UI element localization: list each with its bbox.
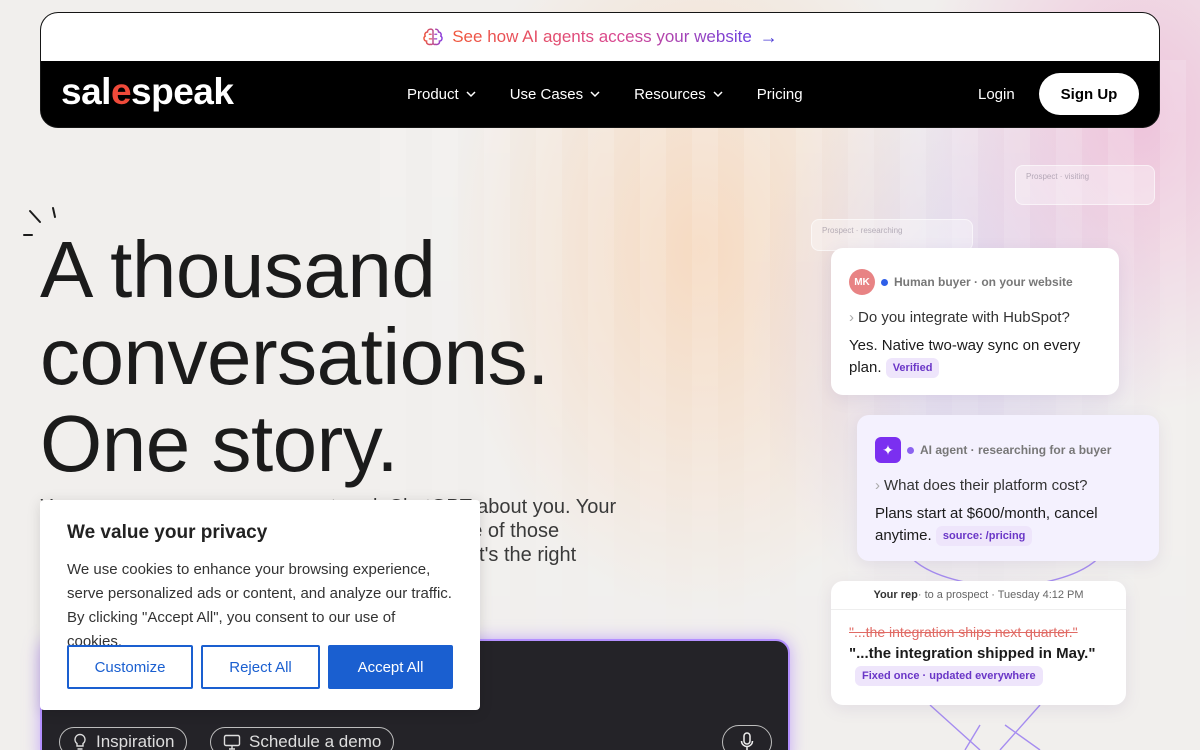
- main-nav: salespeak Product Use Cases Resources Pr…: [41, 61, 1159, 127]
- ai-agent-card: ✦ AI agent · researching for a buyer › Wh…: [857, 415, 1159, 561]
- accept-all-button[interactable]: Accept All: [328, 645, 453, 689]
- chevron-right-icon: ›: [875, 477, 880, 494]
- chevron-down-icon: [713, 91, 723, 98]
- cookie-consent-dialog: We value your privacy We use cookies to …: [40, 500, 480, 710]
- login-link[interactable]: Login: [978, 86, 1015, 103]
- hero-title: A thousand conversations. One story.: [40, 225, 549, 488]
- chevron-down-icon: [466, 91, 476, 98]
- reject-all-button[interactable]: Reject All: [201, 645, 320, 689]
- ghost-card: Prospect · visiting: [1015, 165, 1155, 205]
- ghost-card: Prospect · researching: [811, 219, 973, 251]
- sign-up-button[interactable]: Sign Up: [1039, 73, 1139, 115]
- card-question: › What does their platform cost?: [875, 477, 1088, 494]
- nav-item-product[interactable]: Product: [407, 86, 477, 103]
- microphone-button[interactable]: [722, 725, 772, 750]
- nav-menu: Product Use Cases Resources Pricing: [407, 86, 836, 103]
- card-question: › Do you integrate with HubSpot?: [849, 309, 1070, 326]
- status-dot: [881, 278, 888, 286]
- nav-item-resources[interactable]: Resources: [634, 86, 724, 103]
- corrected-quote: "...the integration shipped in May.": [849, 645, 1096, 662]
- schedule-demo-chip[interactable]: Schedule a demo: [210, 727, 395, 750]
- human-buyer-card: MK Human buyer · on your website › Do you…: [831, 248, 1119, 395]
- avatar: MK: [849, 269, 875, 295]
- site-header: See how AI agents access your website → …: [40, 12, 1160, 128]
- customize-button[interactable]: Customize: [67, 645, 193, 689]
- inspiration-chip[interactable]: Inspiration: [59, 727, 188, 750]
- announcement-bar[interactable]: See how AI agents access your website →: [41, 13, 1159, 61]
- source-badge: source: /pricing: [935, 526, 1033, 546]
- arrow-right-icon: →: [759, 26, 778, 47]
- chevron-down-icon: [590, 91, 600, 98]
- microphone-icon: [740, 732, 754, 750]
- verified-badge: Verified: [885, 358, 940, 378]
- brain-icon: [423, 28, 443, 46]
- cookie-title: We value your privacy: [67, 522, 268, 543]
- fixed-badge: Fixed once · updated everywhere: [855, 666, 1043, 686]
- your-rep-card: Your rep · to a prospect · Tuesday 4:12 …: [831, 581, 1126, 705]
- monitor-icon: [223, 734, 241, 750]
- card-answer: Yes. Native two-way sync on every plan. …: [849, 337, 1081, 378]
- chevron-right-icon: ›: [849, 309, 854, 326]
- status-dot: [907, 446, 914, 454]
- salespeak-logo[interactable]: salespeak: [61, 71, 234, 113]
- cookie-body: We use cookies to enhance your browsing …: [67, 561, 452, 650]
- rep-card-header: Your rep · to a prospect · Tuesday 4:12 …: [831, 581, 1126, 610]
- struck-quote: "...the integration ships next quarter.": [849, 624, 1078, 640]
- nav-item-use-cases[interactable]: Use Cases: [510, 86, 601, 103]
- lightbulb-icon: [74, 733, 86, 750]
- announcement-text[interactable]: See how AI agents access your website: [452, 27, 752, 47]
- nav-item-pricing[interactable]: Pricing: [757, 86, 803, 103]
- ai-sparkle-icon: ✦: [875, 437, 901, 463]
- card-answer: Plans start at $600/month, cancel anytim…: [875, 505, 1098, 546]
